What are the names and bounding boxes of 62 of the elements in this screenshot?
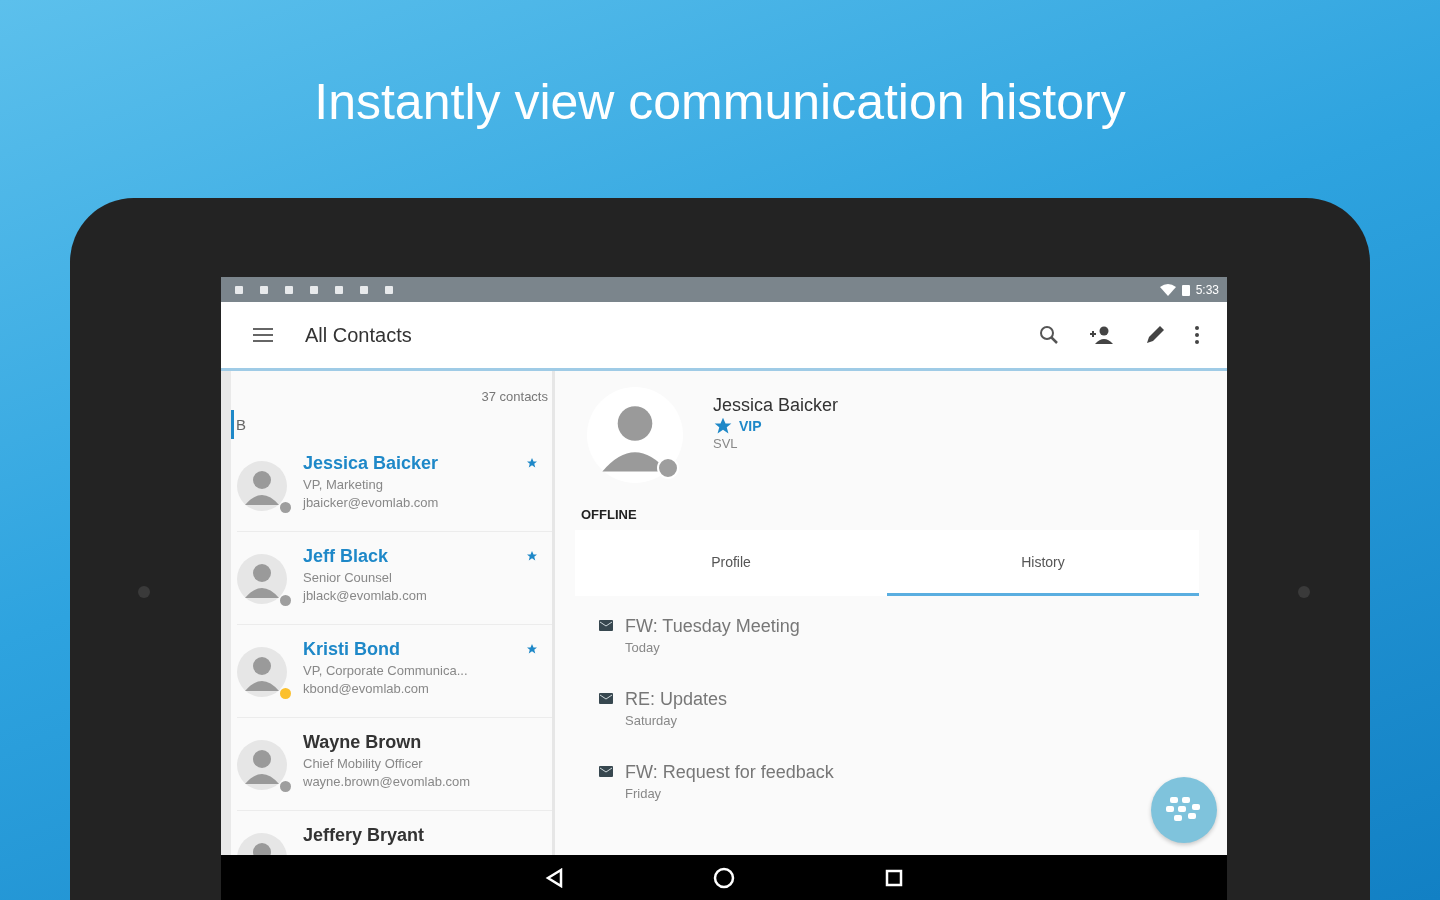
notification-icon bbox=[233, 283, 245, 296]
more-options-icon[interactable] bbox=[1195, 326, 1199, 344]
contact-name: Jeff Black bbox=[303, 546, 390, 567]
contact-email: jbaicker@evomlab.com bbox=[303, 495, 439, 510]
recents-icon[interactable] bbox=[885, 868, 903, 887]
vip-label: VIP bbox=[739, 418, 762, 434]
notification-icon bbox=[258, 283, 270, 296]
home-icon[interactable] bbox=[713, 866, 735, 889]
notification-icon bbox=[283, 283, 295, 296]
headline: Instantly view communication history bbox=[314, 73, 1126, 132]
add-person-icon[interactable] bbox=[1089, 326, 1115, 344]
envelope-icon bbox=[599, 693, 613, 704]
contact-row[interactable]: Kristi Bond VP, Corporate Communica... kbond@evomlab.com bbox=[237, 625, 552, 718]
back-icon[interactable] bbox=[545, 867, 563, 888]
menu-icon[interactable] bbox=[253, 328, 273, 342]
notification-icon bbox=[383, 283, 395, 296]
contact-name: Wayne Brown bbox=[303, 732, 423, 753]
message-subject[interactable]: FW: Request for feedback bbox=[625, 762, 834, 783]
message-subject[interactable]: FW: Tuesday Meeting bbox=[625, 616, 800, 637]
notification-icon bbox=[308, 283, 320, 296]
contact-email: kbond@evomlab.com bbox=[303, 681, 430, 696]
avatar-icon bbox=[237, 740, 287, 790]
avatar-icon bbox=[237, 554, 287, 604]
tab[interactable]: History bbox=[887, 530, 1199, 596]
message-subject[interactable]: RE: Updates bbox=[625, 689, 728, 710]
contact-name: Kristi Bond bbox=[303, 639, 401, 660]
clock-time: 5:33 bbox=[1195, 282, 1219, 297]
contact-name: Jeffery Bryant bbox=[303, 825, 425, 846]
envelope-icon bbox=[599, 620, 613, 631]
contact-email: wayne.brown@evomlab.com bbox=[303, 774, 471, 789]
contact-count: 37 contacts bbox=[481, 389, 548, 404]
contact-row[interactable]: Jeff Black Senior Counsel jblack@evomlab.com bbox=[237, 532, 552, 625]
tab[interactable]: Profile bbox=[575, 530, 887, 596]
contact-name: Jessica Baicker bbox=[303, 453, 439, 474]
contact-title: Chief Mobility Officer bbox=[303, 756, 424, 771]
message-day: Today bbox=[625, 640, 800, 655]
app-title: All Contacts bbox=[305, 323, 412, 347]
wifi-icon bbox=[1159, 283, 1176, 296]
contact-title: Senior Counsel bbox=[303, 570, 393, 585]
section-letter: B bbox=[231, 410, 246, 439]
avatar-icon bbox=[237, 461, 287, 511]
notification-icon bbox=[333, 283, 345, 296]
star-icon bbox=[713, 416, 733, 436]
contact-row[interactable]: Wayne Brown Chief Mobility Officer wayne.brown@evomlab.com bbox=[237, 718, 552, 811]
contact-email: jblack@evomlab.com bbox=[303, 588, 427, 603]
contact-name: Jessica Baicker bbox=[713, 395, 839, 416]
notification-icon bbox=[358, 283, 370, 296]
presence-label: OFFLINE bbox=[581, 507, 638, 522]
contact-title: VP, Corporate Communica... bbox=[303, 663, 468, 678]
search-icon[interactable] bbox=[1039, 325, 1059, 345]
avatar-icon bbox=[237, 647, 287, 697]
message-day: Saturday bbox=[625, 713, 728, 728]
star-icon bbox=[526, 550, 538, 562]
battery-icon bbox=[1181, 283, 1190, 296]
contact-title: VP, Marketing bbox=[303, 477, 384, 492]
message-day: Friday bbox=[625, 786, 834, 801]
contact-row[interactable]: Jessica Baicker VP, Marketing jbaicker@evomlab.com bbox=[237, 439, 552, 532]
edit-pencil-icon[interactable] bbox=[1145, 325, 1165, 345]
star-icon bbox=[526, 457, 538, 469]
star-icon bbox=[526, 643, 538, 655]
location-label: SVL bbox=[713, 436, 739, 451]
envelope-icon bbox=[599, 766, 613, 777]
